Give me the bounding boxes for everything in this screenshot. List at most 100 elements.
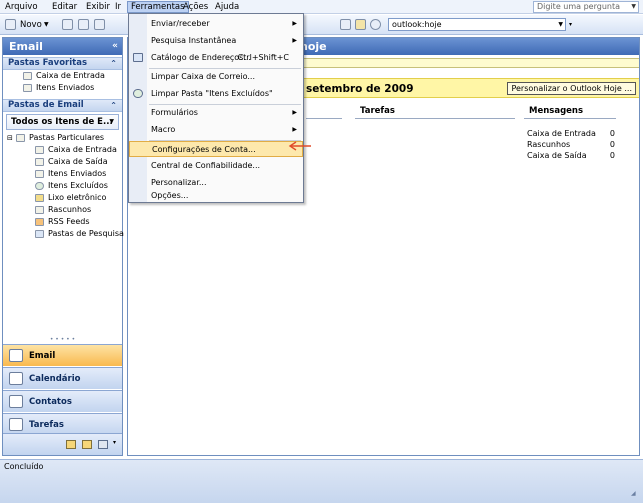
folder-list-icon[interactable] xyxy=(82,440,92,449)
collapse-icon[interactable]: « xyxy=(112,38,118,55)
menu-exibir[interactable]: Exibir xyxy=(83,1,113,13)
messages-header: Mensagens xyxy=(524,104,616,119)
rss-feed-icon xyxy=(35,218,44,226)
calendar-icon xyxy=(9,372,23,385)
menu-item-macro[interactable]: Macro ▶ xyxy=(129,122,303,138)
message-label: Caixa de Entrada xyxy=(527,129,596,138)
menu-item-empty-deleted[interactable]: Limpar Pasta "Itens Excluídos" xyxy=(129,86,303,102)
menu-item-instant-search[interactable]: Pesquisa Instantânea ▶ xyxy=(129,33,303,49)
folder-item[interactable]: RSS Feeds xyxy=(3,216,122,228)
nav-button-label: Contatos xyxy=(29,397,72,407)
new-dropdown-icon[interactable]: ▼ xyxy=(44,18,49,32)
menu-item-address-book[interactable]: Catálogo de Endereços... Ctrl+Shift+C xyxy=(129,50,303,66)
menu-item-label: Central de Confiabilidade... xyxy=(151,161,261,170)
menu-item-label: Macro xyxy=(151,125,176,134)
collapse-tree-icon[interactable]: ⊟ xyxy=(7,132,13,144)
search-icon[interactable] xyxy=(370,19,381,30)
home-icon[interactable] xyxy=(355,19,366,30)
folder-item[interactable]: Caixa de Entrada xyxy=(3,144,122,156)
chevron-up-icon[interactable]: ⌃ xyxy=(110,100,117,111)
folder-item[interactable]: Itens Enviados xyxy=(3,168,122,180)
menu-item-options[interactable]: Opções... xyxy=(129,190,303,202)
submenu-arrow-icon: ▶ xyxy=(292,109,297,116)
address-field[interactable]: outlook:hoje ▼ xyxy=(388,18,566,31)
nav-button-calendar[interactable]: Calendário xyxy=(3,367,122,389)
chevron-down-icon[interactable]: ▼ xyxy=(558,19,563,30)
favorite-label: Caixa de Entrada xyxy=(36,71,105,80)
print-icon[interactable] xyxy=(62,19,73,30)
status-text: Concluído xyxy=(4,462,44,471)
folder-root[interactable]: ⊟ Pastas Particulares xyxy=(3,132,122,144)
menu-item-shortcut: Ctrl+Shift+C xyxy=(237,53,289,62)
ferramentas-menu: Enviar/receber ▶ Pesquisa Instantânea ▶ … xyxy=(128,13,304,203)
mail-folders-header[interactable]: Pastas de Email ⌃ xyxy=(3,99,122,112)
folder-label: Pastas de Pesquisa xyxy=(48,229,124,238)
resize-grip-icon[interactable]: ◢ xyxy=(631,490,640,499)
menu-item-label: Opções... xyxy=(151,191,189,200)
status-bar: Concluído ◢ xyxy=(0,459,643,503)
folder-item[interactable]: Caixa de Saída xyxy=(3,156,122,168)
menu-item-cleanup-mailbox[interactable]: Limpar Caixa de Correio... xyxy=(129,69,303,85)
toolbar-options-icon[interactable]: ▾ xyxy=(569,18,572,32)
shortcuts-icon[interactable] xyxy=(98,440,108,449)
menu-item-trust-center[interactable]: Central de Confiabilidade... xyxy=(129,158,303,174)
deleted-items-icon xyxy=(35,182,44,190)
message-row-outbox[interactable]: Caixa de Saída 0 xyxy=(527,150,615,161)
menu-item-forms[interactable]: Formulários ▶ xyxy=(129,105,303,121)
menu-ajuda[interactable]: Ajuda xyxy=(212,1,242,13)
message-count: 0 xyxy=(609,140,615,149)
menu-item-send-receive[interactable]: Enviar/receber ▶ xyxy=(129,16,303,32)
favorite-item-sent[interactable]: Itens Enviados xyxy=(3,82,122,94)
outbox-icon xyxy=(35,158,44,166)
search-folders-icon xyxy=(35,230,44,238)
favorites-header[interactable]: Pastas Favoritas ⌃ xyxy=(3,57,122,70)
inbox-icon xyxy=(23,72,32,80)
folder-view-select[interactable]: Todos os Itens de E... ▼ xyxy=(6,114,119,130)
menu-item-customize[interactable]: Personalizar... xyxy=(129,175,303,191)
favorite-item-inbox[interactable]: Caixa de Entrada xyxy=(3,70,122,82)
nav-splitter-handle[interactable]: • • • • • xyxy=(3,337,122,343)
nav-button-tasks[interactable]: Tarefas xyxy=(3,413,122,435)
nav-title-text: Email xyxy=(9,40,43,53)
configure-buttons-icon[interactable]: ▾ xyxy=(113,439,116,446)
customize-outlook-today-button[interactable]: Personalizar o Outlook Hoje ... xyxy=(507,82,636,95)
submenu-arrow-icon: ▶ xyxy=(292,37,297,44)
new-button[interactable]: Novo xyxy=(20,18,42,32)
menu-item-account-settings[interactable]: Configurações de Conta... xyxy=(129,141,303,157)
calendar-column-header xyxy=(306,104,342,119)
folder-item[interactable]: Lixo eletrônico xyxy=(3,192,122,204)
menu-item-label: Configurações de Conta... xyxy=(152,145,256,154)
menu-arquivo[interactable]: Arquivo xyxy=(2,1,41,13)
personal-folders-icon xyxy=(16,134,25,142)
folder-view-value: Todos os Itens de E... xyxy=(11,117,113,127)
menu-ir[interactable]: Ir xyxy=(112,1,124,13)
contacts-icon xyxy=(9,395,23,408)
navigation-pane: Email « Pastas Favoritas ⌃ Caixa de Entr… xyxy=(2,37,124,456)
menu-editar[interactable]: Editar xyxy=(49,1,80,13)
nav-shortcuts-bar: ▾ xyxy=(3,433,122,455)
standard-toolbar: Novo ▼ outlook:hoje ▼ ▾ xyxy=(0,15,643,35)
message-row-inbox[interactable]: Caixa de Entrada 0 xyxy=(527,128,615,139)
help-search-input[interactable]: Digite uma pergunta ▼ xyxy=(533,1,639,13)
delete-icon[interactable] xyxy=(94,19,105,30)
folder-item[interactable]: Itens Excluídos xyxy=(3,180,122,192)
chevron-down-icon[interactable]: ▼ xyxy=(631,2,636,12)
help-search-placeholder: Digite uma pergunta xyxy=(537,2,620,11)
notes-icon[interactable] xyxy=(66,440,76,449)
chevron-up-icon[interactable]: ⌃ xyxy=(110,58,117,69)
mail-icon xyxy=(9,349,23,362)
chevron-down-icon[interactable]: ▼ xyxy=(109,115,114,129)
address-value: outlook:hoje xyxy=(392,20,442,29)
folder-item[interactable]: Pastas de Pesquisa xyxy=(3,228,124,240)
folder-label: Caixa de Entrada xyxy=(48,145,117,154)
nav-button-email[interactable]: Email xyxy=(3,344,122,366)
nav-title: Email « xyxy=(3,38,122,55)
sent-items-icon xyxy=(35,170,44,178)
menu-acoes[interactable]: Ações xyxy=(180,1,211,13)
nav-button-contacts[interactable]: Contatos xyxy=(3,390,122,412)
move-folder-icon[interactable] xyxy=(78,19,89,30)
date-text: setembro de 2009 xyxy=(306,83,414,95)
message-row-drafts[interactable]: Rascunhos 0 xyxy=(527,139,615,150)
toolbar-more-icon[interactable] xyxy=(340,19,351,30)
folder-item[interactable]: Rascunhos xyxy=(3,204,122,216)
